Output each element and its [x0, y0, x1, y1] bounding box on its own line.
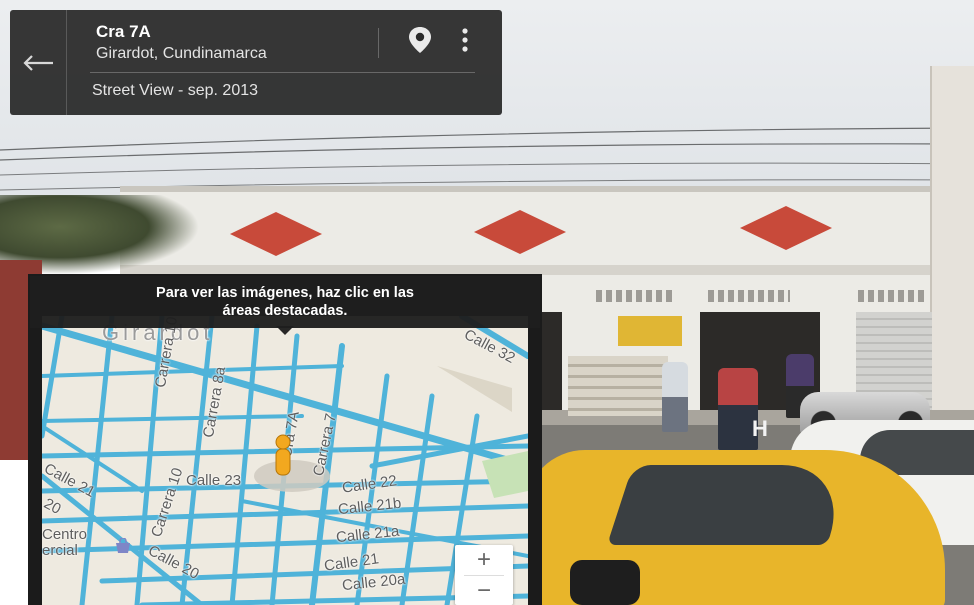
pedestrian: [662, 362, 688, 432]
back-button[interactable]: [10, 10, 67, 115]
pegman-icon[interactable]: [270, 434, 296, 478]
taxi-windshield: [607, 465, 853, 545]
show-on-map-button[interactable]: [400, 20, 440, 60]
map-pin-icon: [409, 27, 431, 53]
divider: [378, 28, 379, 58]
tooltip-arrow: [276, 326, 294, 335]
map-label-street: Calle 23: [186, 472, 242, 489]
more-options-button[interactable]: [445, 20, 485, 60]
tooltip-line: áreas destacadas.: [222, 303, 348, 319]
street-map[interactable]: Girardot Calle 32 Carrera 10 Carrera 8a …: [42, 316, 528, 605]
map-label-poi: Centro: [42, 526, 88, 543]
imagery-date: Street View - sep. 2013: [92, 82, 259, 99]
more-vert-icon: [462, 28, 468, 52]
map-tooltip: Para ver las imágenes, haz clic en las á…: [30, 276, 540, 328]
zoom-control: + −: [455, 545, 513, 605]
wall-vent: [858, 290, 928, 302]
shopping-icon: [116, 538, 130, 553]
location-info-card: Cra 7A Girardot, Cundinamarca Street Vie…: [10, 10, 502, 115]
divider: [90, 72, 475, 73]
wall-vent: [708, 290, 790, 302]
map-label-poi: ercial: [42, 542, 78, 559]
location-subtitle: Girardot, Cundinamarca: [96, 45, 267, 62]
tooltip-line: Para ver las imágenes, haz clic en las: [156, 285, 414, 301]
zoom-in-button[interactable]: +: [455, 545, 513, 575]
arrow-left-icon: [23, 54, 53, 71]
zoom-out-button[interactable]: −: [455, 576, 513, 605]
doorway: [540, 312, 562, 412]
location-title: Cra 7A: [96, 22, 151, 41]
wall-vent: [596, 290, 676, 302]
pallets: [568, 356, 668, 416]
building-tower: [930, 66, 974, 436]
taxi-mirror: [570, 560, 640, 605]
road-marking: H: [752, 416, 768, 441]
shop-sign: [618, 316, 682, 346]
